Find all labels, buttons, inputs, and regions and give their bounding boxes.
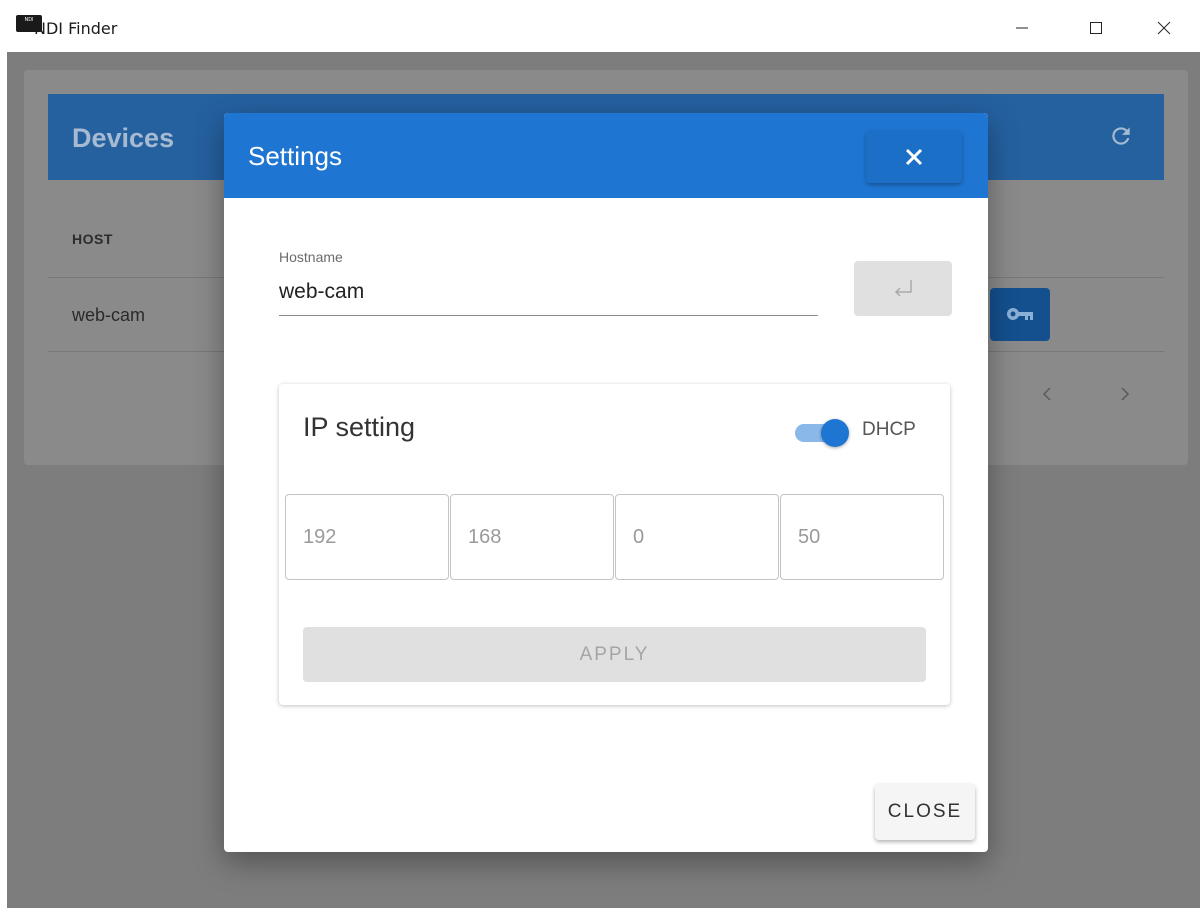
close-icon (905, 148, 923, 166)
column-header-host: HOST (72, 231, 113, 247)
page-next-button[interactable] (1114, 384, 1134, 404)
hostname-label: Hostname (279, 249, 343, 265)
window-title: NDI Finder (34, 19, 118, 38)
maximize-icon (1090, 22, 1102, 34)
refresh-icon[interactable] (1108, 123, 1134, 149)
window-close-button[interactable] (1144, 12, 1184, 44)
device-row-host: web-cam (72, 305, 146, 325)
hostname-submit-button[interactable] (854, 261, 952, 316)
devices-title: Devices (72, 123, 175, 153)
dhcp-toggle[interactable] (793, 419, 851, 447)
close-icon (1157, 21, 1171, 35)
hostname-input[interactable] (279, 269, 818, 316)
key-icon (1007, 308, 1033, 320)
dialog-close-x-button[interactable] (866, 130, 962, 183)
dialog-close-button[interactable]: CLOSE (875, 784, 975, 840)
ip-setting-title: IP setting (303, 412, 416, 442)
ip-setting-card: IP setting DHCP APPLY (279, 384, 950, 705)
dhcp-label: DHCP (862, 419, 916, 440)
ip-octet-1-input[interactable] (285, 494, 449, 580)
window-titlebar: NDI NDI Finder (0, 0, 1200, 52)
device-key-button[interactable] (990, 288, 1050, 341)
minimize-button[interactable] (1002, 12, 1042, 44)
dialog-title: Settings (248, 141, 342, 171)
enter-icon (894, 280, 912, 297)
minimize-icon (1016, 27, 1028, 29)
maximize-button[interactable] (1076, 12, 1116, 44)
apply-button[interactable]: APPLY (303, 627, 926, 682)
chevron-right-icon (1121, 387, 1130, 401)
ip-octet-2-input[interactable] (450, 494, 614, 580)
chevron-left-icon (1042, 387, 1051, 401)
ip-octet-4-input[interactable] (780, 494, 944, 580)
ip-octet-3-input[interactable] (615, 494, 779, 580)
toggle-knob (821, 419, 849, 447)
dialog-header: Settings (224, 113, 988, 198)
settings-dialog: Settings Hostname IP setting DHCP APPLY … (224, 113, 988, 852)
page-prev-button[interactable] (1038, 384, 1058, 404)
